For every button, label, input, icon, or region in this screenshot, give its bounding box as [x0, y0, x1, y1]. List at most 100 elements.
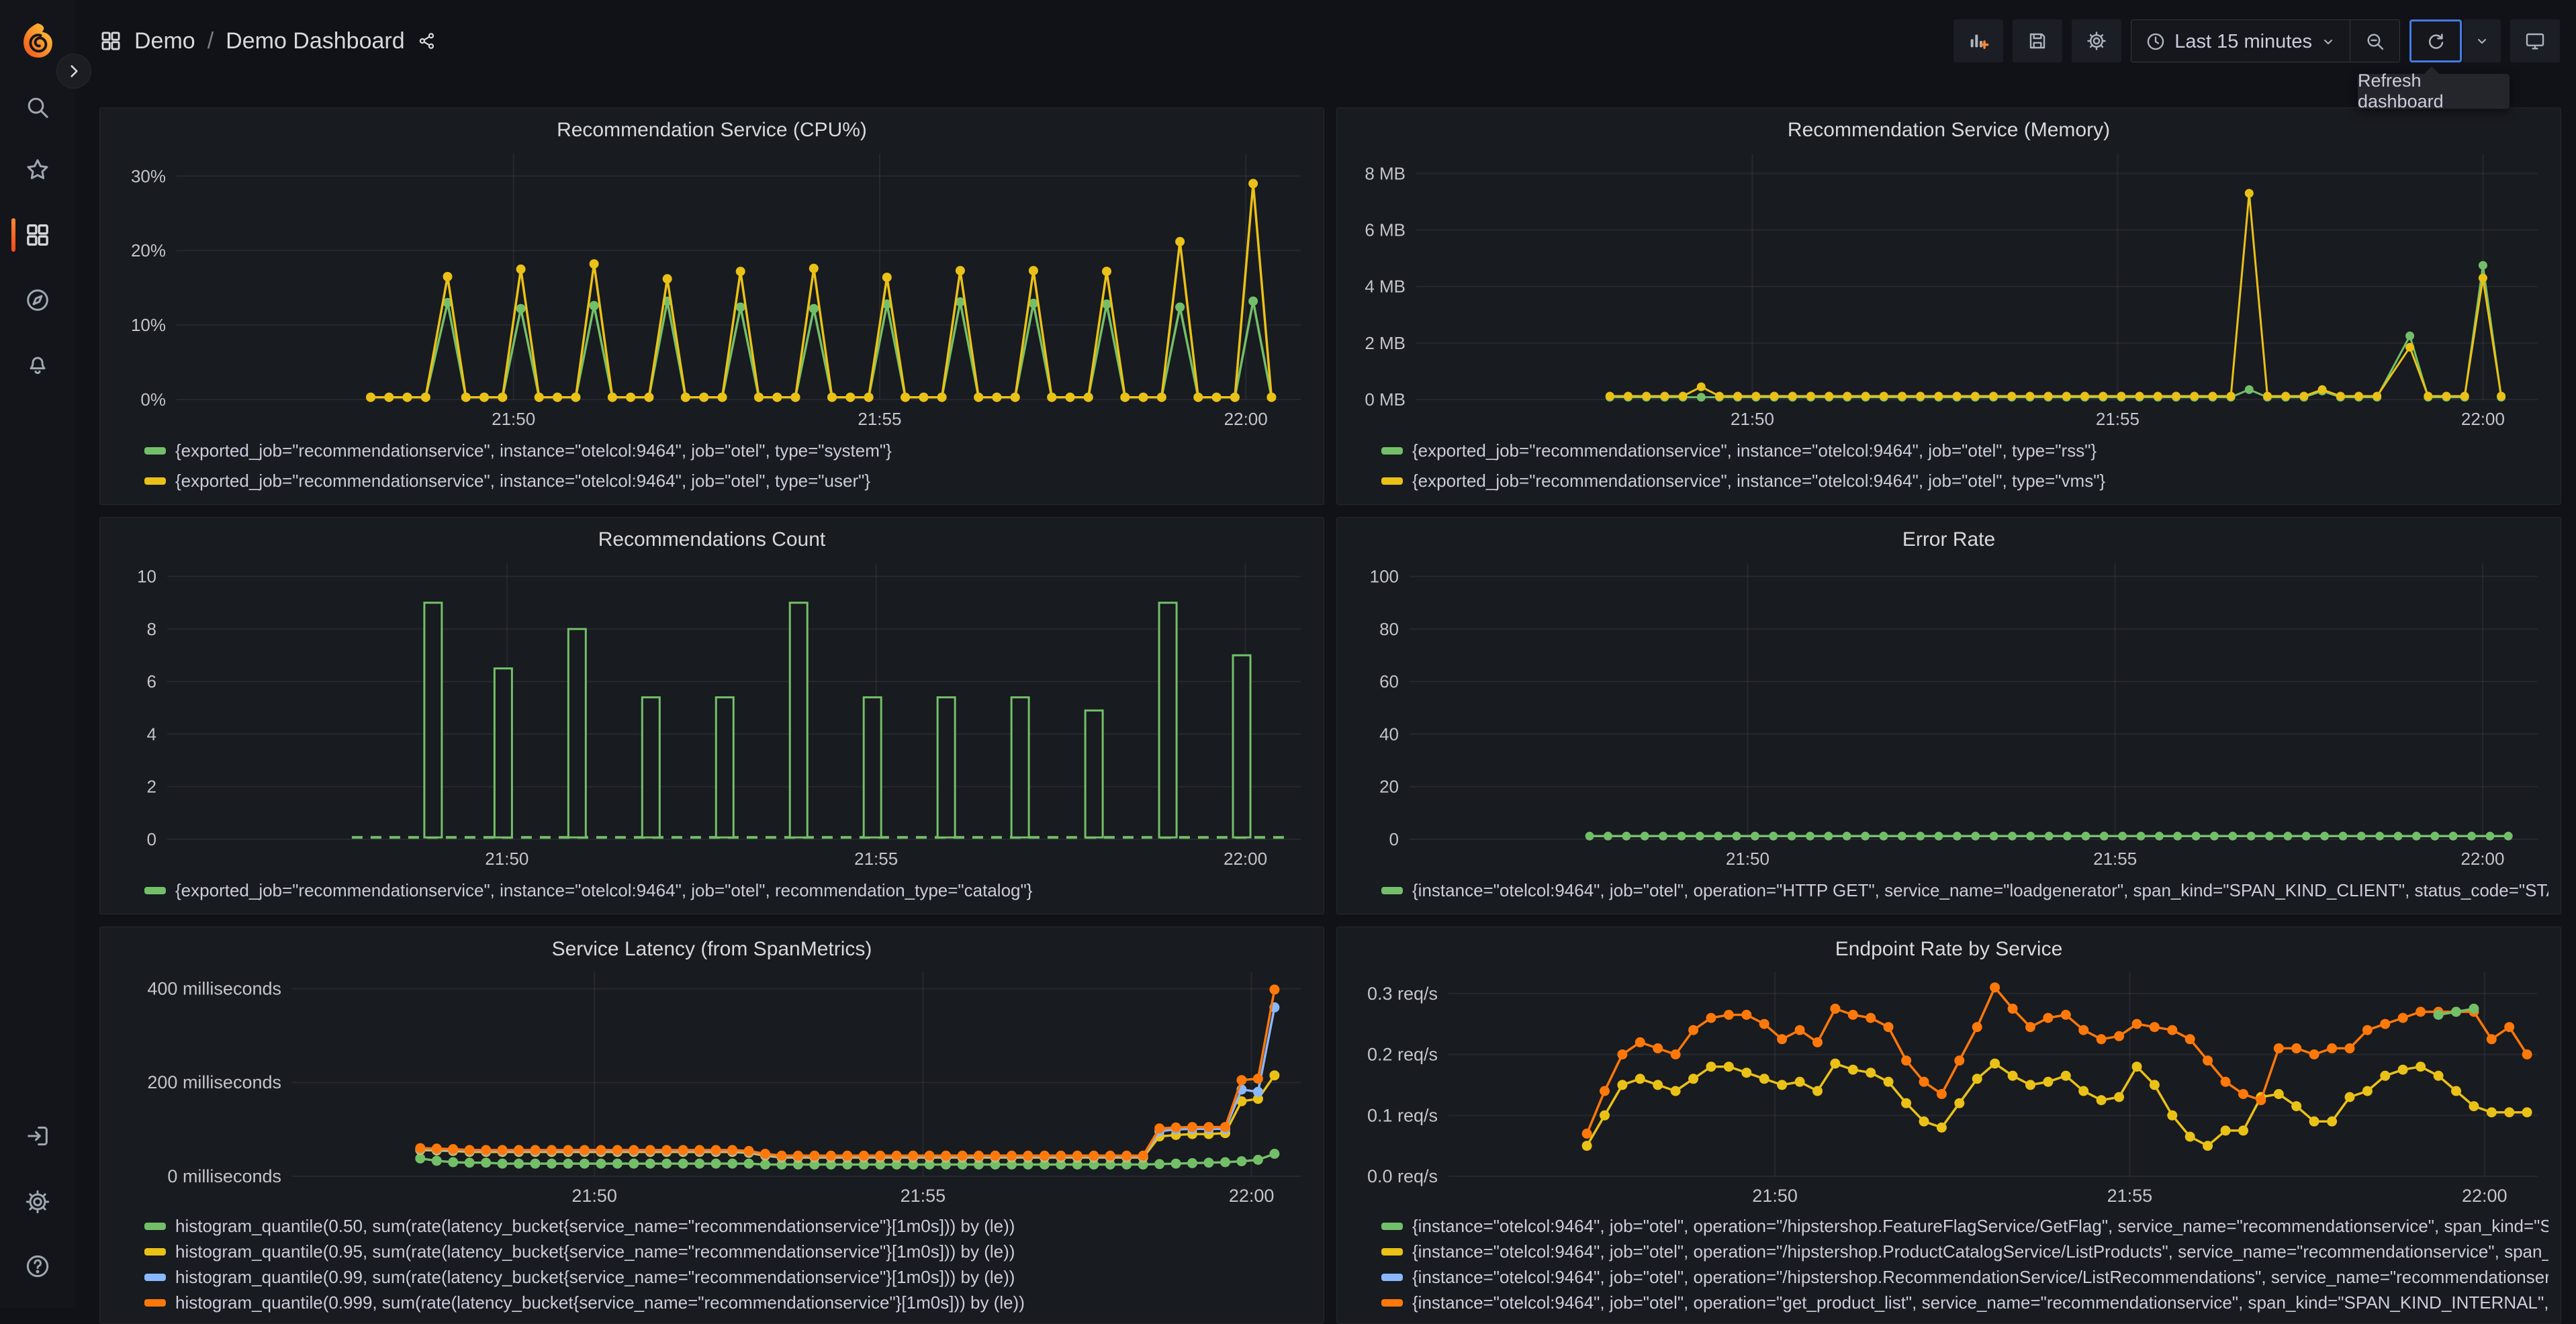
legend-label: {exported_job="recommendationservice", i… — [175, 440, 892, 461]
legend-label: histogram_quantile(0.95, sum(rate(latenc… — [175, 1241, 1015, 1262]
legend-label: {exported_job="recommendationservice", i… — [175, 880, 1032, 901]
panel-endpoint-rate: Endpoint Rate by Service 0.0 req/s0.1 re… — [1336, 927, 2561, 1324]
endpoint-rate-legend: {instance="otelcol:9464", job="otel", op… — [1349, 1209, 2548, 1317]
grafana-logo[interactable] — [19, 21, 56, 59]
count-chart[interactable]: 024681021:5021:5522:00 — [112, 555, 1312, 871]
panel-title[interactable]: Endpoint Rate by Service — [1349, 934, 2548, 964]
legend-item[interactable]: {instance="otelcol:9464", job="otel", op… — [1381, 1239, 2548, 1264]
time-range-picker[interactable]: Last 15 minutes — [2131, 20, 2350, 62]
refresh-tooltip: Refresh dashboard — [2358, 74, 2510, 109]
search-icon[interactable] — [24, 94, 51, 121]
legend-item[interactable]: {instance="otelcol:9464", job="otel", op… — [1381, 876, 2548, 906]
legend-label: {instance="otelcol:9464", job="otel", op… — [1412, 1292, 2548, 1313]
star-icon[interactable] — [24, 156, 51, 183]
zoom-out-button[interactable] — [2350, 20, 2399, 62]
latency-legend: histogram_quantile(0.50, sum(rate(latenc… — [112, 1209, 1312, 1317]
legend-item[interactable]: {instance="otelcol:9464", job="otel", op… — [1381, 1290, 2548, 1315]
legend-swatch — [144, 1248, 166, 1256]
legend-swatch — [144, 447, 166, 455]
compass-icon[interactable] — [24, 287, 51, 314]
breadcrumb: Demo / Demo Dashboard — [99, 0, 437, 82]
legend-item[interactable]: {exported_job="recommendationservice", i… — [144, 436, 1312, 466]
legend-label: {exported_job="recommendationservice", i… — [175, 471, 870, 491]
legend-swatch — [1381, 887, 1403, 894]
legend-item[interactable]: {exported_job="recommendationservice", i… — [144, 876, 1312, 906]
share-alt-icon[interactable] — [417, 31, 437, 51]
svg-text:400 milliseconds: 400 milliseconds — [147, 979, 281, 999]
legend-swatch — [144, 887, 166, 894]
svg-text:21:55: 21:55 — [858, 409, 901, 429]
legend-item[interactable]: histogram_quantile(0.95, sum(rate(latenc… — [144, 1239, 1312, 1264]
breadcrumb-current[interactable]: Demo Dashboard — [226, 28, 404, 54]
breadcrumb-root[interactable]: Demo — [134, 28, 195, 54]
save-dashboard-button[interactable] — [2013, 19, 2062, 62]
header: Demo / Demo Dashboard — [75, 0, 2576, 82]
add-panel-button[interactable] — [1953, 19, 2003, 62]
svg-text:4: 4 — [147, 724, 156, 744]
panel-title[interactable]: Recommendation Service (CPU%) — [112, 115, 1312, 146]
svg-text:30%: 30% — [131, 166, 166, 186]
refresh-interval-dropdown[interactable] — [2463, 19, 2501, 62]
panel-cpu: Recommendation Service (CPU%) 0%10%20%30… — [99, 107, 1324, 505]
legend-swatch — [1381, 477, 1403, 485]
legend-item[interactable]: {exported_job="recommendationservice", i… — [1381, 466, 2548, 496]
legend-swatch — [144, 1299, 166, 1307]
svg-text:0%: 0% — [140, 389, 166, 410]
svg-text:22:00: 22:00 — [1224, 409, 1268, 429]
svg-text:0: 0 — [147, 829, 156, 849]
svg-text:21:50: 21:50 — [1752, 1186, 1798, 1206]
bell-icon[interactable] — [24, 350, 51, 377]
gear-icon[interactable] — [24, 1188, 51, 1215]
sidebar-expand-button[interactable] — [56, 54, 91, 89]
legend-label: {instance="otelcol:9464", job="otel", op… — [1412, 1267, 2548, 1288]
memory-legend: {exported_job="recommendationservice", i… — [1349, 432, 2548, 498]
refresh-tooltip-label: Refresh dashboard — [2358, 70, 2510, 112]
svg-text:80: 80 — [1379, 618, 1399, 639]
svg-text:22:00: 22:00 — [1224, 849, 1267, 869]
panel-title[interactable]: Recommendation Service (Memory) — [1349, 115, 2548, 146]
kiosk-mode-button[interactable] — [2510, 19, 2560, 62]
svg-text:10: 10 — [137, 566, 156, 586]
panel-title[interactable]: Service Latency (from SpanMetrics) — [112, 934, 1312, 964]
svg-text:0 MB: 0 MB — [1365, 389, 1406, 410]
legend-item[interactable]: histogram_quantile(0.999, sum(rate(laten… — [144, 1290, 1312, 1315]
legend-label: histogram_quantile(0.999, sum(rate(laten… — [175, 1292, 1025, 1313]
legend-item[interactable]: {instance="otelcol:9464", job="otel", op… — [1381, 1213, 2548, 1239]
memory-chart[interactable]: 0 MB2 MB4 MB6 MB8 MB21:5021:5522:00 — [1349, 146, 2548, 432]
svg-text:6 MB: 6 MB — [1365, 220, 1406, 240]
svg-text:0.3 req/s: 0.3 req/s — [1367, 984, 1438, 1004]
svg-text:21:50: 21:50 — [485, 849, 528, 869]
svg-text:0.2 req/s: 0.2 req/s — [1367, 1045, 1438, 1065]
refresh-button[interactable] — [2409, 19, 2462, 62]
panel-title[interactable]: Error Rate — [1349, 524, 2548, 555]
legend-item[interactable]: {exported_job="recommendationservice", i… — [1381, 436, 2548, 466]
legend-label: histogram_quantile(0.50, sum(rate(latenc… — [175, 1216, 1015, 1237]
refresh-controls — [2409, 19, 2501, 62]
legend-item[interactable]: {exported_job="recommendationservice", i… — [144, 466, 1312, 496]
legend-item[interactable]: {instance="otelcol:9464", job="otel", op… — [1381, 1264, 2548, 1290]
count-legend: {exported_job="recommendationservice", i… — [112, 871, 1312, 907]
time-controls: Last 15 minutes — [2131, 19, 2400, 62]
svg-text:20%: 20% — [131, 240, 166, 261]
legend-swatch — [144, 1274, 166, 1281]
svg-text:21:55: 21:55 — [2096, 409, 2140, 429]
legend-item[interactable]: histogram_quantile(0.99, sum(rate(latenc… — [144, 1264, 1312, 1290]
svg-text:0 milliseconds: 0 milliseconds — [167, 1166, 281, 1186]
svg-text:22:00: 22:00 — [2462, 1186, 2508, 1206]
time-range-label: Last 15 minutes — [2174, 31, 2312, 53]
legend-label: histogram_quantile(0.99, sum(rate(latenc… — [175, 1267, 1015, 1288]
legend-item[interactable]: histogram_quantile(0.50, sum(rate(latenc… — [144, 1213, 1312, 1239]
latency-chart[interactable]: 0 milliseconds200 milliseconds400 millis… — [112, 964, 1312, 1209]
svg-text:4 MB: 4 MB — [1365, 276, 1406, 296]
cpu-chart[interactable]: 0%10%20%30%21:5021:5522:00 — [112, 146, 1312, 432]
panel-title[interactable]: Recommendations Count — [112, 524, 1312, 555]
endpoint-rate-chart[interactable]: 0.0 req/s0.1 req/s0.2 req/s0.3 req/s21:5… — [1349, 964, 2548, 1209]
dashboards-grid-icon[interactable] — [24, 222, 51, 248]
question-circle-icon[interactable] — [24, 1253, 51, 1280]
error-rate-chart[interactable]: 02040608010021:5021:5522:00 — [1349, 555, 2548, 871]
dashboard-grid: Recommendation Service (CPU%) 0%10%20%30… — [99, 107, 2561, 1324]
legend-swatch — [144, 477, 166, 485]
dashboard-settings-button[interactable] — [2072, 19, 2121, 62]
sign-in-icon[interactable] — [24, 1123, 51, 1149]
legend-label: {exported_job="recommendationservice", i… — [1412, 471, 2105, 491]
